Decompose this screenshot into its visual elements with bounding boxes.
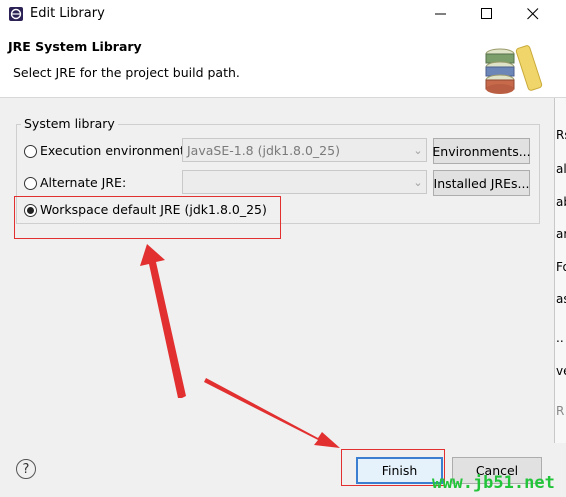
panel-fragment: ab xyxy=(556,195,566,209)
panel-fragment: .. xyxy=(556,331,564,345)
panel-fragment: as xyxy=(556,292,566,306)
alternate-jre-radio[interactable] xyxy=(24,177,37,190)
dialog-header: JRE System Library Select JRE for the pr… xyxy=(0,28,566,98)
chevron-down-icon: ⌄ xyxy=(413,143,423,157)
annotation-arrow-up xyxy=(140,244,186,398)
header-title: JRE System Library xyxy=(8,39,142,54)
execution-environment-radio[interactable] xyxy=(24,145,37,158)
chevron-down-icon: ⌄ xyxy=(413,175,423,189)
annotation-highlight-box xyxy=(14,196,281,239)
execution-environment-combo[interactable]: JavaSE-1.8 (jdk1.8.0_25) ⌄ xyxy=(182,138,427,162)
window-title: Edit Library xyxy=(30,6,105,21)
header-subtitle: Select JRE for the project build path. xyxy=(13,65,240,80)
minimize-icon xyxy=(435,13,446,15)
panel-fragment: ar xyxy=(556,227,566,241)
panel-fragment: ve xyxy=(556,364,566,378)
background-panel-edge: Rs al ab ar Fo as .. ve R xyxy=(554,98,566,443)
minimize-button[interactable] xyxy=(418,0,464,28)
execution-environment-label: Execution environment: xyxy=(40,143,190,158)
annotation-highlight-box xyxy=(341,449,445,486)
environments-button[interactable]: Environments... xyxy=(432,138,531,164)
eclipse-icon xyxy=(9,7,23,21)
panel-fragment: al xyxy=(556,162,566,176)
maximize-button[interactable] xyxy=(464,0,510,28)
help-icon: ? xyxy=(22,461,30,477)
watermark: www.jb51.net xyxy=(432,473,555,493)
library-books-icon xyxy=(485,45,543,94)
alternate-jre-label: Alternate JRE: xyxy=(40,175,127,190)
maximize-icon xyxy=(481,8,492,19)
panel-fragment: Rs xyxy=(556,128,566,142)
close-button[interactable] xyxy=(510,0,556,28)
group-label: System library xyxy=(21,116,118,131)
help-button[interactable]: ? xyxy=(16,459,36,479)
installed-jres-button[interactable]: Installed JREs... xyxy=(433,170,530,196)
alternate-jre-combo[interactable]: ⌄ xyxy=(182,170,427,194)
execution-environment-value: JavaSE-1.8 (jdk1.8.0_25) xyxy=(187,143,340,158)
close-icon xyxy=(527,8,539,20)
annotation-arrow-right xyxy=(204,378,340,448)
panel-fragment: Fo xyxy=(556,260,566,274)
panel-fragment: R xyxy=(556,404,565,418)
